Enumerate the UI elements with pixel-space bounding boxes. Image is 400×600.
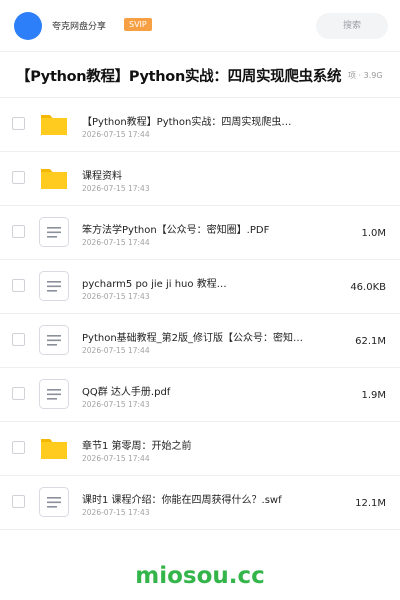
folder-icon — [38, 162, 70, 194]
file-date: 2026-07-15 17:43 — [82, 508, 150, 517]
file-date: 2026-07-15 17:44 — [82, 238, 150, 247]
row-checkbox[interactable] — [12, 387, 25, 400]
file-date: 2026-07-15 17:43 — [82, 184, 150, 193]
folder-title-bar: 【Python教程】Python实战：四周实现爬虫系统 项 · 3.9G — [0, 52, 400, 98]
file-row[interactable]: 章节1 第零周：开始之前 2026-07-15 17:44 — [0, 422, 400, 476]
file-row[interactable]: 笨方法学Python【公众号：密知圈】.PDF 2026-07-15 17:44 1… — [0, 206, 400, 260]
file-name: 课程资料 — [82, 171, 122, 182]
row-checkbox[interactable] — [12, 441, 25, 454]
row-checkbox[interactable] — [12, 333, 25, 346]
file-list: 【Python教程】Python实战：四周实现爬虫… 2026-07-15 17:… — [0, 98, 400, 530]
document-icon — [38, 270, 70, 302]
file-size: 62.1M — [355, 336, 386, 347]
document-icon — [38, 378, 70, 410]
file-size: 1.0M — [361, 228, 386, 239]
file-name: pycharm5 po jie ji huo 教程… — [82, 279, 227, 290]
row-checkbox[interactable] — [12, 171, 25, 184]
file-date: 2026-07-15 17:44 — [82, 130, 150, 139]
search-button[interactable]: 搜索 — [316, 13, 388, 39]
row-checkbox[interactable] — [12, 495, 25, 508]
file-name: Python基础教程_第2版_修订版【公众号：密知… — [82, 333, 304, 344]
document-icon — [38, 216, 70, 248]
file-name: 【Python教程】Python实战：四周实现爬虫… — [82, 117, 292, 128]
share-owner-name: 夸克网盘分享 — [52, 22, 107, 32]
file-date: 2026-07-15 17:43 — [82, 400, 150, 409]
file-date: 2026-07-15 17:44 — [82, 454, 150, 463]
row-checkbox[interactable] — [12, 279, 25, 292]
document-icon — [38, 486, 70, 518]
watermark-text: miosou.cc — [135, 563, 265, 589]
file-row[interactable]: Python基础教程_第2版_修订版【公众号：密知… 2026-07-15 17:… — [0, 314, 400, 368]
share-header: 夸克网盘分享 SVIP 搜索 — [0, 0, 400, 52]
folder-meta: 项 · 3.9G — [348, 71, 383, 80]
file-name: 笨方法学Python【公众号：密知圈】.PDF — [82, 225, 270, 236]
avatar[interactable] — [14, 12, 42, 40]
page-title: 【Python教程】Python实战：四周实现爬虫系统 — [16, 69, 342, 85]
row-checkbox[interactable] — [12, 117, 25, 130]
file-size: 46.0KB — [350, 282, 386, 293]
svip-badge: SVIP — [124, 18, 152, 31]
file-name: 章节1 第零周：开始之前 — [82, 441, 192, 452]
document-icon — [38, 324, 70, 356]
file-row[interactable]: 【Python教程】Python实战：四周实现爬虫… 2026-07-15 17:… — [0, 98, 400, 152]
row-checkbox[interactable] — [12, 225, 25, 238]
file-name: QQ群 达人手册.pdf — [82, 387, 171, 398]
file-row[interactable]: QQ群 达人手册.pdf 2026-07-15 17:43 1.9M — [0, 368, 400, 422]
file-row[interactable]: pycharm5 po jie ji huo 教程… 2026-07-15 17:… — [0, 260, 400, 314]
file-date: 2026-07-15 17:43 — [82, 292, 150, 301]
file-date: 2026-07-15 17:44 — [82, 346, 150, 355]
file-size: 12.1M — [355, 498, 386, 509]
folder-icon — [38, 432, 70, 464]
file-row[interactable]: 课程资料 2026-07-15 17:43 — [0, 152, 400, 206]
file-size: 1.9M — [361, 390, 386, 401]
file-row[interactable]: 课时1 课程介绍：你能在四周获得什么？.swf 2026-07-15 17:43 1… — [0, 476, 400, 530]
file-name: 课时1 课程介绍：你能在四周获得什么？.swf — [82, 495, 282, 506]
folder-icon — [38, 108, 70, 140]
